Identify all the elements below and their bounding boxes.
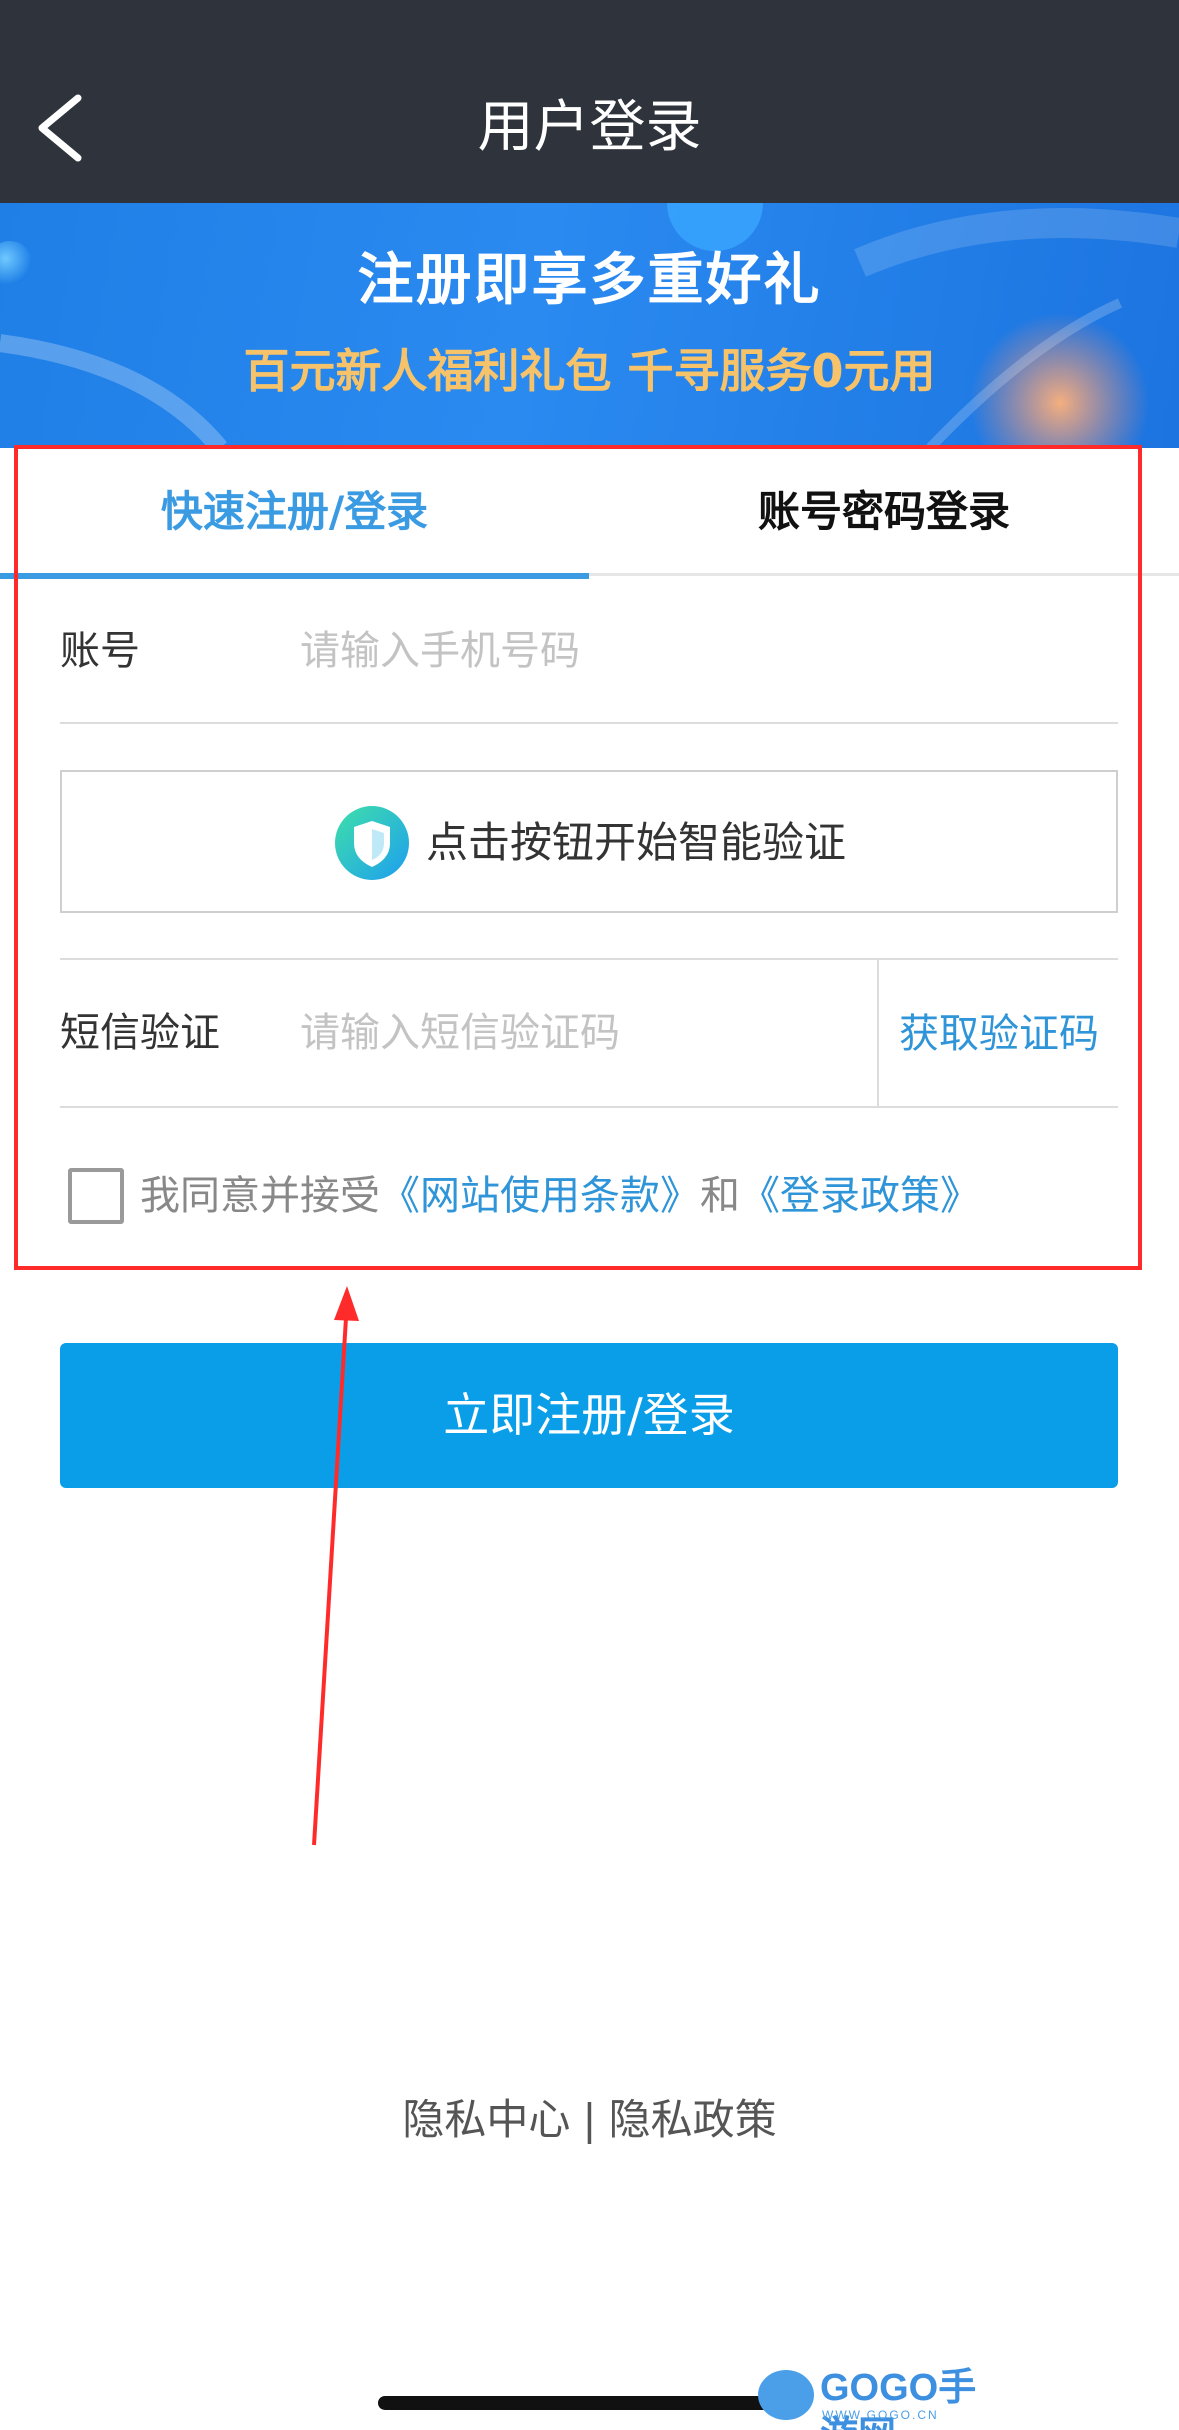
get-code-button[interactable]: 获取验证码 [880, 960, 1118, 1108]
account-label: 账号 [60, 628, 140, 674]
watermark-icon [758, 2370, 814, 2420]
agreement-prefix: 我同意并接受 [140, 1173, 380, 1219]
divider [60, 1106, 1118, 1108]
phone-input[interactable] [300, 615, 1100, 687]
page-title: 用户登录 [477, 95, 702, 160]
banner-subtitle: 百元新人福利礼包 千寻服务0元用 [243, 344, 936, 398]
shield-icon [335, 806, 409, 880]
banner-title: 注册即享多重好礼 [357, 248, 822, 313]
nav-header: 用户登录 [0, 0, 1179, 203]
register-login-button[interactable]: 立即注册/登录 [60, 1343, 1118, 1488]
login-policy-link[interactable]: 《登录政策》 [740, 1173, 980, 1219]
agreement-text: 我同意并接受《网站使用条款》和《登录政策》 [140, 1158, 980, 1234]
terms-link[interactable]: 《网站使用条款》 [380, 1173, 700, 1219]
watermark-url: WWW.GOGO.CN [822, 2408, 939, 2422]
tab-password-login[interactable]: 账号密码登录 [589, 448, 1179, 576]
smart-verify-label: 点击按钮开始智能验证 [426, 818, 847, 867]
smart-verify-button[interactable]: 点击按钮开始智能验证 [60, 770, 1118, 913]
tab-quick-register[interactable]: 快速注册/登录 [0, 448, 589, 579]
divider-vertical [877, 960, 879, 1108]
home-indicator [378, 2396, 802, 2410]
watermark-logo: GOGO手游网 WWW.GOGO.CN [758, 2364, 998, 2430]
privacy-links: 隐私中心 | 隐私政策 [0, 2085, 1179, 2155]
agree-checkbox[interactable] [68, 1168, 124, 1224]
agreement-conjunction: 和 [700, 1173, 740, 1219]
privacy-separator: | [582, 2095, 597, 2144]
promo-banner: 注册即享多重好礼 百元新人福利礼包 千寻服务0元用 [0, 203, 1179, 448]
sms-code-input[interactable] [300, 997, 860, 1069]
privacy-center-link[interactable]: 隐私中心 [402, 2095, 570, 2144]
login-tabs: 快速注册/登录 账号密码登录 [0, 448, 1179, 579]
sms-label: 短信验证 [60, 1010, 220, 1056]
divider [60, 722, 1118, 724]
privacy-policy-link[interactable]: 隐私政策 [609, 2095, 777, 2144]
banner-decoration [0, 203, 1179, 448]
